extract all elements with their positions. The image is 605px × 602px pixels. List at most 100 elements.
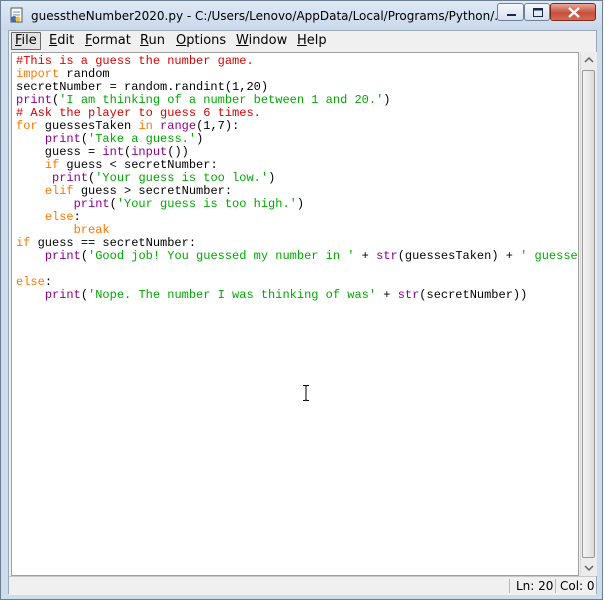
menu-window-label: indow — [248, 33, 288, 48]
vertical-scrollbar[interactable] — [580, 52, 597, 576]
close-icon — [568, 7, 580, 18]
code-token: ( — [80, 288, 89, 302]
code-text[interactable]: #This is a guess the number game. import … — [16, 54, 578, 302]
code-line[interactable]: print('Nope. The number I was thinking o… — [16, 288, 578, 302]
menu-options[interactable]: Options — [173, 32, 229, 50]
menu-edit[interactable]: Edit — [46, 32, 77, 50]
menu-window-mnemonic: W — [236, 33, 249, 48]
code-token: in — [138, 119, 153, 133]
menu-window[interactable]: Window — [233, 32, 290, 50]
maximize-icon — [533, 8, 543, 17]
scroll-down-arrow-icon[interactable] — [581, 559, 597, 576]
code-token: 'Take a guess.' — [88, 132, 197, 146]
status-column-number: Col: 0 — [560, 579, 595, 593]
code-token: (secretNumber)) — [419, 288, 528, 302]
code-token: secretNumber = random.randint(1,20) — [16, 80, 269, 94]
code-token: : — [44, 275, 53, 289]
code-line[interactable]: print('Good job! You guessed my number i… — [16, 249, 578, 263]
code-token: ( — [80, 132, 89, 146]
code-token: guess = — [16, 145, 103, 159]
title-bar[interactable]: guesstheNumber2020.py - C:/Users/Lenovo/… — [1, 1, 602, 30]
code-token: (1,7): — [196, 119, 240, 133]
code-token: import — [16, 67, 60, 81]
menu-format[interactable]: Format — [82, 32, 134, 50]
text-cursor-icon — [303, 385, 309, 401]
menu-help-label: elp — [306, 33, 327, 48]
menu-run-label: un — [148, 33, 165, 48]
code-token: ()) — [167, 145, 189, 159]
code-token: ) — [296, 197, 305, 211]
code-editor[interactable]: #This is a guess the number game. import … — [11, 52, 579, 576]
code-token: ( — [109, 197, 117, 211]
code-token: ( — [80, 249, 89, 263]
code-token: print — [44, 288, 81, 302]
minimize-button[interactable] — [497, 3, 524, 21]
scrollbar-thumb[interactable] — [582, 70, 595, 558]
code-token: if — [16, 236, 31, 250]
code-line[interactable]: ​ — [16, 263, 578, 276]
code-token: 'Nope. The number I was thinking of was' — [88, 288, 377, 302]
menu-bar: File Edit Format Run Options Window Help — [9, 31, 596, 51]
code-token: #This is a guess the number game. — [16, 54, 254, 68]
menu-edit-label: dit — [57, 33, 75, 48]
status-separator — [555, 579, 556, 593]
code-token: for — [16, 119, 38, 133]
code-token: random — [59, 67, 110, 81]
code-token: elif — [44, 184, 74, 198]
code-token: 'Your guess is too high.' — [116, 197, 297, 211]
code-token: + — [354, 249, 377, 263]
code-token: ) — [383, 93, 391, 107]
code-token: range — [160, 119, 197, 133]
code-token: : — [73, 210, 81, 224]
code-token: print — [44, 249, 81, 263]
close-button[interactable] — [550, 3, 596, 21]
code-token: input — [131, 145, 168, 159]
code-token: (guessesTaken) + — [397, 249, 521, 263]
code-token: 'Good job! You guessed my number in ' — [88, 249, 355, 263]
minimize-icon — [507, 14, 516, 16]
status-bar: Ln: 20 Col: 0 — [9, 576, 596, 595]
code-token: break — [73, 223, 110, 237]
window-title: guesstheNumber2020.py - C:/Users/Lenovo/… — [31, 9, 501, 23]
code-token: # Ask the player to guess 6 times. — [16, 106, 261, 120]
code-line[interactable]: print('Your guess is too high.') — [16, 197, 578, 211]
code-token: int — [102, 145, 125, 159]
menu-run[interactable]: Run — [137, 32, 168, 50]
maximize-button[interactable] — [524, 3, 550, 21]
code-token: else — [16, 275, 45, 289]
code-token: 'Your guess is too low.' — [95, 171, 269, 185]
menu-format-label: ormat — [92, 33, 131, 48]
menu-help-mnemonic: H — [297, 33, 307, 48]
code-token: guess > secretNumber: — [73, 184, 233, 198]
scroll-up-arrow-icon[interactable] — [581, 52, 597, 69]
code-token: str — [397, 288, 420, 302]
code-token: print — [73, 197, 110, 211]
code-token: guessesTaken — [37, 119, 139, 133]
menu-help[interactable]: Help — [294, 32, 330, 50]
python-idle-icon — [10, 7, 23, 23]
code-token: 'I am thinking of a number between 1 and… — [59, 93, 384, 107]
status-line-number: Ln: 20 — [516, 579, 554, 593]
menu-options-label: ptions — [186, 33, 227, 48]
code-token: guess == secretNumber: — [30, 236, 197, 250]
menu-edit-mnemonic: E — [49, 33, 58, 48]
idle-editor-window: guesstheNumber2020.py - C:/Users/Lenovo/… — [0, 0, 603, 600]
code-token: ' guesses! — [520, 249, 578, 263]
menu-format-mnemonic: F — [85, 33, 93, 48]
code-token: ) — [268, 171, 276, 185]
code-token: else — [44, 210, 74, 224]
code-token: ) — [196, 132, 204, 146]
code-token: str — [376, 249, 398, 263]
menu-file[interactable]: File — [11, 32, 41, 50]
code-token: guess < secretNumber: — [59, 158, 218, 172]
